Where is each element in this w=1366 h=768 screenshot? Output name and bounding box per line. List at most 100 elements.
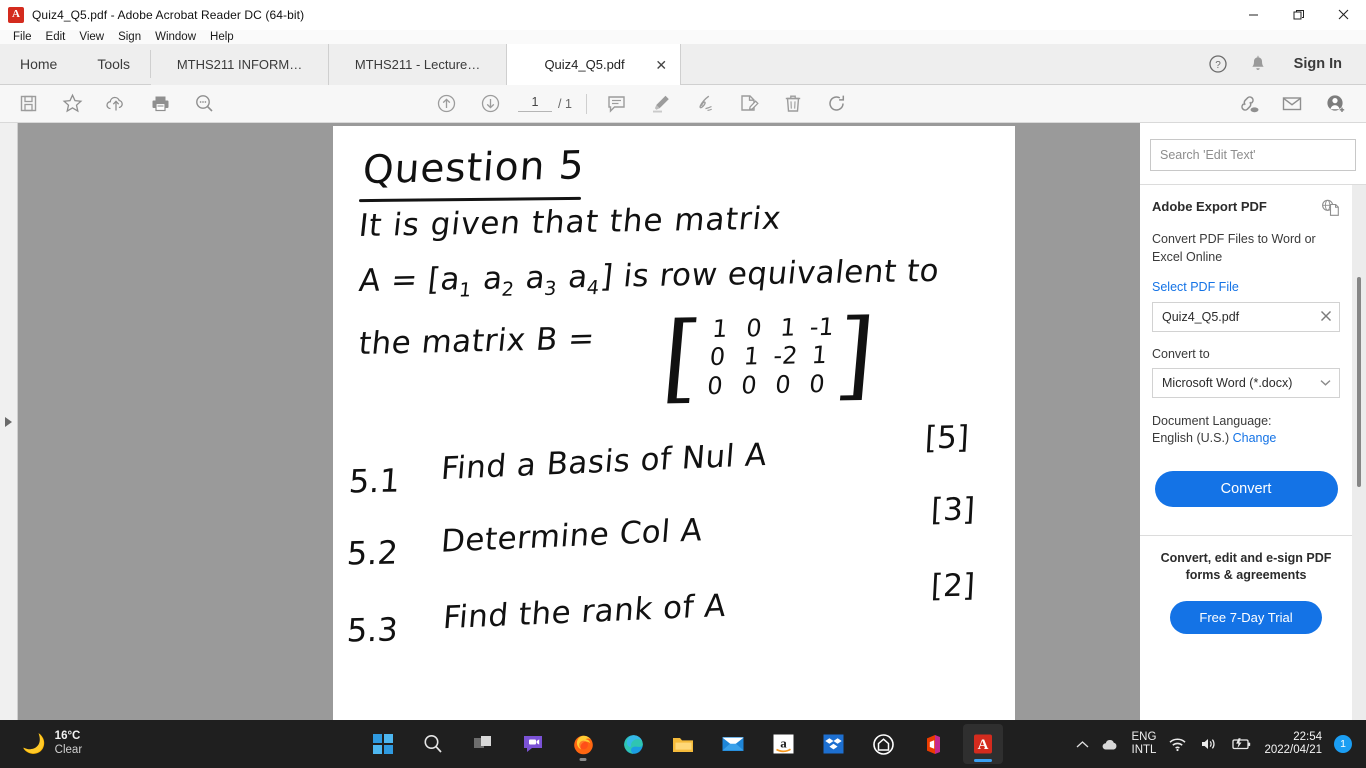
menu-window[interactable]: Window: [148, 30, 203, 44]
file-explorer-button[interactable]: [663, 724, 703, 764]
panel-content: Adobe Export PDF Convert PDF Files to Wo…: [1140, 185, 1352, 720]
question-number-5-1: 5.1: [347, 461, 402, 501]
select-pdf-file-link[interactable]: Select PDF File: [1152, 280, 1340, 294]
window-controls: [1231, 0, 1366, 30]
matrix-right-bracket: ]: [831, 298, 879, 411]
matrix-cell: 0: [740, 370, 758, 400]
convert-button[interactable]: Convert: [1154, 470, 1338, 507]
menu-view[interactable]: View: [72, 30, 111, 44]
maximize-button[interactable]: [1276, 0, 1321, 30]
bell-icon[interactable]: [1240, 44, 1276, 85]
chat-teams-button[interactable]: [513, 724, 553, 764]
email-icon[interactable]: [1270, 85, 1314, 123]
panel-scrollbar[interactable]: [1352, 185, 1366, 720]
menu-sign[interactable]: Sign: [111, 30, 148, 44]
document-tab-mths211-lecture[interactable]: MTHS211 - Lecture…: [329, 44, 508, 85]
battery-charging-icon[interactable]: [1230, 737, 1252, 751]
change-language-link[interactable]: Change: [1233, 431, 1277, 445]
home-app-button[interactable]: [863, 724, 903, 764]
acrobat-button[interactable]: A: [963, 724, 1003, 764]
home-tools-group: Home Tools: [0, 44, 150, 84]
amazon-button[interactable]: a: [763, 724, 803, 764]
page-number-input[interactable]: [518, 95, 552, 112]
toolbar-left-group: [0, 85, 226, 123]
matrix-cell: 1: [779, 313, 797, 342]
upload-cloud-icon[interactable]: [94, 85, 138, 123]
menu-file[interactable]: File: [6, 30, 39, 44]
delete-page-icon[interactable]: [771, 85, 815, 123]
weather-widget[interactable]: 🌙 16°C Clear: [0, 730, 82, 757]
close-tab-icon[interactable]: ✕: [655, 58, 667, 72]
rotate-icon[interactable]: [815, 85, 859, 123]
menu-help[interactable]: Help: [203, 30, 241, 44]
toolbar-right-group: [1226, 85, 1366, 123]
print-icon[interactable]: [138, 85, 182, 123]
convert-to-select[interactable]: Microsoft Word (*.docx): [1152, 367, 1340, 398]
arrow-up-circle-icon[interactable]: [424, 85, 468, 123]
document-language-label: Document Language:: [1152, 413, 1272, 428]
highlighter-icon[interactable]: [639, 85, 683, 123]
star-icon[interactable]: [50, 85, 94, 123]
notification-badge[interactable]: 1: [1334, 735, 1352, 753]
document-tab-mths211-inform[interactable]: MTHS211 INFORM…: [151, 44, 330, 85]
pdf-viewer[interactable]: Question 5 It is given that the matrix A…: [18, 123, 1330, 720]
document-language-line: English (U.S.) Change: [1152, 431, 1340, 445]
tab-tools[interactable]: Tools: [77, 44, 150, 85]
document-tab-quiz4-q5[interactable]: Quiz4_Q5.pdf ✕: [507, 44, 682, 85]
share-link-icon[interactable]: [1226, 85, 1270, 123]
sign-icon[interactable]: [683, 85, 727, 123]
export-online-icon: [1321, 199, 1340, 222]
help-circle-icon[interactable]: ?: [1200, 44, 1236, 85]
minimize-button[interactable]: [1231, 0, 1276, 30]
search-button[interactable]: [413, 724, 453, 764]
clock[interactable]: 22:54 2022/04/21: [1264, 731, 1322, 758]
weather-text: 16°C Clear: [55, 730, 82, 757]
dropbox-button[interactable]: [813, 724, 853, 764]
edge-button[interactable]: [613, 724, 653, 764]
task-view-button[interactable]: [463, 724, 503, 764]
comment-icon[interactable]: [595, 85, 639, 123]
input-language-indicator[interactable]: ENG INTL: [1132, 731, 1157, 758]
card-title: Adobe Export PDF: [1152, 199, 1267, 214]
moon-icon: 🌙: [22, 733, 46, 755]
chevron-up-icon[interactable]: [1076, 740, 1089, 749]
document-tab-label: MTHS211 - Lecture…: [354, 57, 481, 72]
card-header: Adobe Export PDF: [1152, 199, 1340, 222]
save-icon[interactable]: [6, 85, 50, 123]
mail-button[interactable]: [713, 724, 753, 764]
convert-to-value: Microsoft Word (*.docx): [1162, 375, 1293, 390]
sign-in-button[interactable]: Sign In: [1280, 56, 1352, 72]
svg-text:A: A: [978, 737, 989, 753]
card-description: Convert PDF Files to Word or Excel Onlin…: [1152, 232, 1316, 264]
matrix-b: [ 1 0 1 -1 0 1 -2 1 0 0 0 0]: [658, 298, 879, 414]
matrix-a-col3: a: [513, 259, 548, 297]
question-text-5-1: Find a Basis of Nul A: [439, 436, 769, 488]
matrix-a-col2: a: [471, 260, 505, 298]
arrow-down-circle-icon[interactable]: [468, 85, 512, 123]
menu-edit[interactable]: Edit: [39, 30, 73, 44]
clear-icon[interactable]: [1314, 309, 1332, 325]
edit-pdf-icon[interactable]: [727, 85, 771, 123]
add-person-icon[interactable]: [1314, 85, 1358, 123]
matrix-cell: 1: [711, 314, 729, 343]
wifi-icon[interactable]: [1168, 736, 1187, 752]
weather-condition: Clear: [54, 744, 83, 756]
office-button[interactable]: [913, 724, 953, 764]
panel-body: Adobe Export PDF Convert PDF Files to Wo…: [1140, 184, 1366, 720]
panel-scrollbar-thumb[interactable]: [1357, 277, 1361, 487]
volume-icon[interactable]: [1199, 736, 1218, 752]
free-trial-button[interactable]: Free 7-Day Trial: [1170, 600, 1322, 634]
tab-home[interactable]: Home: [0, 44, 77, 85]
start-button[interactable]: [363, 724, 403, 764]
search-input[interactable]: [1150, 139, 1356, 171]
close-button[interactable]: [1321, 0, 1366, 30]
cloud-icon[interactable]: [1101, 738, 1120, 751]
question-number-5-2: 5.2: [345, 533, 400, 573]
left-panel-toggle[interactable]: [0, 123, 18, 720]
acrobat-icon: A: [8, 6, 24, 23]
selected-file-field[interactable]: Quiz4_Q5.pdf: [1152, 301, 1340, 332]
matrix-cell: 0: [706, 371, 724, 400]
zoom-search-icon[interactable]: [182, 85, 226, 123]
document-title: Question 5: [361, 143, 587, 194]
firefox-button[interactable]: [563, 724, 603, 764]
